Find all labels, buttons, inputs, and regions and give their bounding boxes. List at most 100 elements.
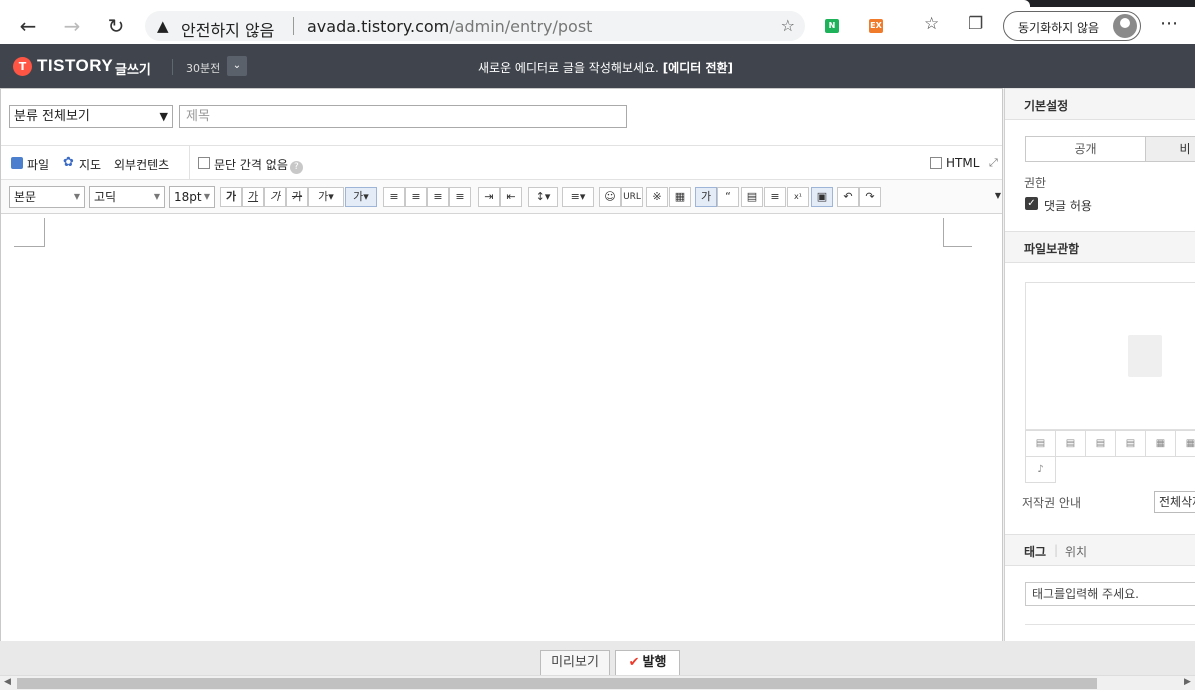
code-block-icon[interactable]: ▣ <box>811 187 833 207</box>
bold-button[interactable]: 가 <box>220 187 242 207</box>
switch-editor-link[interactable]: [에디터 전환] <box>663 61 733 75</box>
special-char-icon[interactable]: ※ <box>646 187 668 207</box>
avatar <box>1113 14 1137 38</box>
image-slide-icon[interactable]: ▦ <box>1175 430 1195 457</box>
forward-icon[interactable]: → <box>58 14 86 38</box>
favorites-icon[interactable]: ☆ <box>924 14 939 34</box>
align-left-button[interactable]: ≡ <box>383 187 405 207</box>
back-icon[interactable]: ← <box>14 14 42 38</box>
attach-file-button[interactable]: 파일 <box>27 156 49 173</box>
format-toolbar: 본문 ▼ 고딕 ▼ 18pt ▼ 가 가 가 가 가▾ 가▾ ≡ ≡ ≡ ≡ ⇥ ⇤ … <box>1 180 1002 214</box>
address-bar[interactable]: ▲ 안전하지 않음 avada.tistory.com/admin/entry/… <box>145 11 805 41</box>
visibility-public-button[interactable]: 공개 <box>1025 136 1146 162</box>
font-size-select[interactable]: 18pt ▼ <box>169 186 215 208</box>
scroll-right-icon[interactable]: ▶ <box>1184 677 1191 687</box>
italic-button[interactable]: 가 <box>264 187 286 207</box>
more-divider-icon[interactable]: ▤ <box>741 187 763 207</box>
font-color-button[interactable]: 가▾ <box>308 187 344 207</box>
ex-extension-icon[interactable]: EX <box>869 19 883 33</box>
horizontal-scrollbar[interactable]: ◀ ▶ <box>0 675 1195 690</box>
outdent-button[interactable]: ⇤ <box>500 187 522 207</box>
indent-button[interactable]: ⇥ <box>478 187 500 207</box>
audio-icon[interactable]: ♪ <box>1025 456 1056 483</box>
tistory-logo[interactable]: TISTORY <box>37 56 113 76</box>
tag-tab[interactable]: 태그 <box>1024 543 1046 560</box>
external-content-button[interactable]: 외부컨텐츠 <box>114 156 169 173</box>
help-icon[interactable]: ? <box>289 161 303 174</box>
document-icon <box>1128 335 1162 377</box>
basic-settings-header: 기본설정 <box>1005 88 1195 120</box>
file-icon <box>11 157 23 169</box>
scroll-left-icon[interactable]: ◀ <box>4 677 11 687</box>
tag-input[interactable]: 태그를입력해 주세요. <box>1025 582 1195 606</box>
paragraph-style-select[interactable]: 본문 ▼ <box>9 186 85 208</box>
no-paragraph-gap-checkbox[interactable] <box>198 157 210 169</box>
image-align-center-icon[interactable]: ▤ <box>1055 430 1086 457</box>
tistory-logo-icon: T <box>13 57 32 76</box>
image-align-left-icon[interactable]: ▤ <box>1025 430 1056 457</box>
list-button[interactable]: ≡▾ <box>562 187 594 207</box>
link-button[interactable]: URL <box>621 187 643 207</box>
underline-button[interactable]: 가 <box>242 187 264 207</box>
table-icon[interactable]: ▦ <box>669 187 691 207</box>
text-box-button[interactable]: 가 <box>695 187 717 207</box>
font-family-select[interactable]: 고딕 ▼ <box>89 186 165 208</box>
margin-guide-right <box>943 218 972 247</box>
html-mode-label: HTML <box>946 156 980 170</box>
line-height-button[interactable]: ↕▾ <box>528 187 558 207</box>
profile-sync-button[interactable]: 동기화하지 않음 <box>1003 11 1141 41</box>
editor-content-area[interactable] <box>1 215 1002 641</box>
highlight-color-button[interactable]: 가▾ <box>345 187 377 207</box>
align-justify-button[interactable]: ≡ <box>449 187 471 207</box>
add-favorite-icon[interactable]: ☆ <box>781 16 795 35</box>
align-center-button[interactable]: ≡ <box>405 187 427 207</box>
collections-icon[interactable]: ❐ <box>968 14 983 34</box>
map-icon: ✿ <box>63 155 74 170</box>
attach-map-button[interactable]: 지도 <box>79 156 101 173</box>
editor-notice: 새로운 에디터로 글을 작성해보세요. [에디터 전환] <box>478 61 734 75</box>
fullscreen-icon[interactable]: ⤢ <box>989 156 998 170</box>
tag-location-header: 태그 | 위치 <box>1005 534 1195 566</box>
image-align-right-icon[interactable]: ▤ <box>1085 430 1116 457</box>
check-icon: ✔ <box>628 655 640 670</box>
naver-extension-icon[interactable]: N <box>825 19 839 33</box>
category-select[interactable]: 분류 전체보기 ▼ <box>9 105 173 128</box>
image-wrap-icon[interactable]: ▤ <box>1115 430 1146 457</box>
quote-icon[interactable]: “ <box>717 187 739 207</box>
image-grid-icon[interactable]: ▦ <box>1145 430 1176 457</box>
horizontal-line-icon[interactable]: ≡ <box>764 187 786 207</box>
no-paragraph-gap-label: 문단 간격 없음? <box>214 156 303 174</box>
align-right-button[interactable]: ≡ <box>427 187 449 207</box>
copyright-label: 저작권 안내 <box>1022 496 1082 510</box>
file-storage-header: 파일보관함 <box>1005 231 1195 263</box>
visibility-private-button[interactable]: 비 <box>1145 136 1195 162</box>
permission-label: 권한 <box>1024 176 1047 190</box>
browser-tab-strip <box>0 0 1195 7</box>
refresh-icon[interactable]: ↻ <box>102 14 130 38</box>
copyright-select[interactable]: 전체삭제 <box>1154 491 1195 513</box>
security-warning[interactable]: 안전하지 않음 <box>181 17 274 41</box>
strikethrough-button[interactable]: 가 <box>286 187 308 207</box>
allow-comments-label: 댓글 허용 <box>1044 199 1092 213</box>
warning-icon[interactable]: ▲ <box>157 17 169 35</box>
publish-bar: 미리보기 ✔ 발행 <box>0 641 1195 675</box>
attach-toolbar: 파일 ✿ 지도 외부컨텐츠 문단 간격 없음? HTML ⤢ <box>1 145 1002 180</box>
publish-button[interactable]: ✔ 발행 <box>615 650 680 675</box>
more-menu-icon[interactable]: ⋯ <box>1160 13 1178 34</box>
page-title: 글쓰기 <box>115 63 151 78</box>
margin-guide-left <box>14 218 45 247</box>
saved-drafts-dropdown-button[interactable]: ⌄ <box>227 56 247 76</box>
file-storage-box[interactable] <box>1025 282 1195 430</box>
preview-button[interactable]: 미리보기 <box>540 650 610 675</box>
redo-icon[interactable]: ↷ <box>859 187 881 207</box>
allow-comments-checkbox[interactable]: ✓ <box>1025 197 1038 210</box>
settings-sidebar: 기본설정 공개 비 권한 ✓ 댓글 허용 파일보관함 ▤ ▤ ▤ ▤ ▦ ▦ ♪… <box>1004 88 1195 641</box>
html-mode-checkbox[interactable] <box>930 157 942 169</box>
undo-icon[interactable]: ↶ <box>837 187 859 207</box>
url-text[interactable]: avada.tistory.com/admin/entry/post <box>307 17 592 36</box>
location-tab[interactable]: 위치 <box>1065 543 1087 560</box>
scrollbar-thumb[interactable] <box>17 678 1097 689</box>
title-input[interactable]: 제목 <box>179 105 627 128</box>
emoticon-icon[interactable]: ☺ <box>599 187 621 207</box>
superscript-button[interactable]: x¹ <box>787 187 809 207</box>
